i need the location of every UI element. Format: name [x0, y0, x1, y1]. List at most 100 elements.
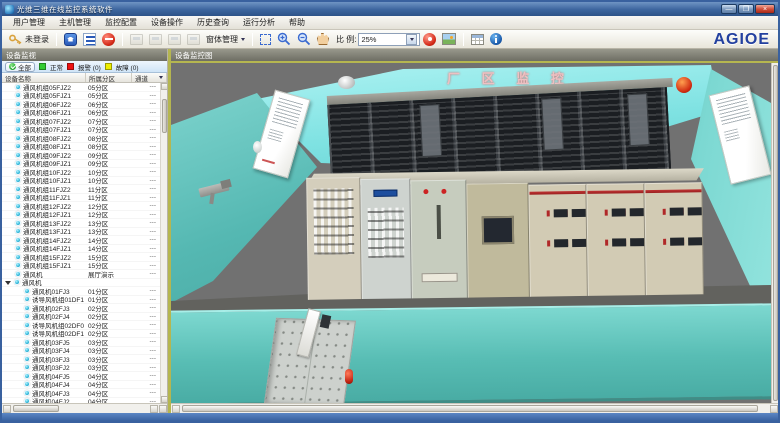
- menu-help[interactable]: 帮助: [282, 16, 312, 29]
- switch-cabinet[interactable]: [410, 180, 468, 299]
- device-status-icon: [15, 101, 21, 107]
- device-name: 通风机04FJ2: [32, 396, 70, 403]
- device-channel-value: ---: [130, 168, 156, 175]
- cctv-camera[interactable]: [197, 177, 237, 211]
- info-button[interactable]: [487, 32, 505, 46]
- device-status-icon: [24, 356, 30, 362]
- separator: [252, 33, 253, 46]
- device-status-icon: [15, 220, 21, 226]
- window-bottom-frame: [2, 413, 778, 421]
- control-cabinet-row[interactable]: [306, 166, 712, 300]
- filter-alarm-label[interactable]: 报警 (0): [78, 62, 101, 72]
- marquee-select-icon: [260, 34, 271, 45]
- separator: [122, 33, 123, 46]
- scrollbar-thumb[interactable]: [773, 65, 778, 401]
- scroll-up-arrow[interactable]: [161, 83, 167, 90]
- device-channel-value: ---: [130, 177, 156, 184]
- breaker-cabinet-2[interactable]: [586, 183, 646, 296]
- device-name-cell: 通风机04FJ2: [2, 396, 70, 403]
- filter-fault-label[interactable]: 故障 (0): [116, 62, 139, 72]
- separator: [56, 33, 57, 46]
- snapshot-icon: [423, 33, 436, 46]
- home-icon: [64, 33, 77, 46]
- scrollbar-thumb[interactable]: [162, 99, 167, 133]
- login-button[interactable]: 未登录: [6, 33, 52, 46]
- filter-normal-label[interactable]: 正常: [50, 62, 63, 72]
- scale-combobox[interactable]: 25%: [358, 33, 420, 46]
- filter-all-button[interactable]: 全部: [5, 62, 35, 72]
- combo-arrow[interactable]: [406, 34, 417, 45]
- device-channel-value: ---: [130, 381, 156, 388]
- menu-host-management[interactable]: 主机管理: [52, 16, 98, 29]
- column-device-name[interactable]: 设备名称: [2, 73, 86, 82]
- snapshot-button[interactable]: [420, 32, 439, 47]
- scroll-right-arrow[interactable]: [770, 405, 778, 413]
- chevron-down-icon: [410, 38, 414, 43]
- device-status-icon: [15, 126, 21, 132]
- stop-button[interactable]: [99, 32, 118, 47]
- device-status-icon: [15, 186, 21, 192]
- device-channel-value: ---: [130, 185, 156, 192]
- maximize-button[interactable]: ❐: [738, 4, 754, 14]
- window-tile-button[interactable]: [146, 33, 165, 46]
- scroll-right-arrow[interactable]: [159, 405, 167, 413]
- zoom-out-icon: [297, 32, 311, 46]
- close-button[interactable]: ×: [755, 4, 775, 14]
- device-status-icon: [24, 347, 30, 353]
- menu-run-analysis[interactable]: 运行分析: [236, 16, 282, 29]
- viewport-vertical-scrollbar[interactable]: [771, 63, 778, 403]
- grid-view-button[interactable]: [468, 33, 487, 46]
- status-filter-bar: 全部 正常 报警 (0) 故障 (0): [2, 61, 167, 73]
- screen-cabinet[interactable]: [466, 183, 530, 298]
- zoom-in-icon: [277, 32, 291, 46]
- image-button[interactable]: [439, 32, 459, 46]
- tree-vertical-scrollbar[interactable]: [160, 83, 167, 403]
- scroll-down-arrow[interactable]: [161, 396, 167, 403]
- device-channel-value: ---: [130, 364, 156, 371]
- device-channel-value: ---: [130, 92, 156, 99]
- viewport-horizontal-scrollbar[interactable]: [171, 403, 778, 413]
- scroll-left-arrow[interactable]: [172, 405, 180, 413]
- left-panel-title: 设备监视: [2, 49, 167, 61]
- tree-horizontal-scrollbar[interactable]: [2, 403, 167, 413]
- column-channel[interactable]: 通道: [132, 73, 167, 82]
- menu-device-operation[interactable]: 设备操作: [144, 16, 190, 29]
- zoom-out-button[interactable]: [294, 31, 314, 47]
- login-label: 未登录: [25, 34, 49, 45]
- scrollbar-thumb[interactable]: [182, 405, 758, 412]
- marquee-select-button[interactable]: [257, 33, 274, 46]
- pan-button[interactable]: [314, 32, 332, 46]
- nav-list-icon: [83, 33, 96, 46]
- sign-text-lines: [267, 129, 283, 142]
- 3d-scene: 厂 区 监 控: [171, 63, 771, 403]
- sign-text-lines: [724, 128, 740, 141]
- window-restore-button[interactable]: [184, 33, 203, 46]
- device-channel-value: ---: [130, 372, 156, 379]
- menu-monitor-config[interactable]: 监控配置: [98, 16, 144, 29]
- stop-icon: [102, 33, 115, 46]
- window-split-button[interactable]: [165, 33, 184, 46]
- device-channel-value: ---: [130, 228, 156, 235]
- indicator-cabinet[interactable]: [306, 177, 362, 300]
- device-channel-value: ---: [130, 143, 156, 150]
- name-plate: [422, 273, 458, 283]
- minimize-button[interactable]: —: [721, 4, 737, 14]
- menu-user-management[interactable]: 用户管理: [6, 16, 52, 29]
- menu-history-query[interactable]: 历史查询: [190, 16, 236, 29]
- window-manage-button[interactable]: 窗体管理: [203, 33, 248, 46]
- home-button[interactable]: [61, 32, 80, 47]
- breaker-cabinet-1[interactable]: [528, 184, 588, 297]
- zoom-in-button[interactable]: [274, 31, 294, 47]
- window-cascade-button[interactable]: [127, 33, 146, 46]
- nav-list-button[interactable]: [80, 32, 99, 47]
- scroll-left-arrow[interactable]: [3, 405, 11, 413]
- display-cabinet[interactable]: [360, 178, 412, 299]
- scrollbar-thumb[interactable]: [13, 405, 59, 412]
- handle-slot: [437, 205, 441, 239]
- indicator-grid: [313, 188, 354, 255]
- breaker-cabinet-3[interactable]: [644, 182, 704, 295]
- 3d-viewport[interactable]: 厂 区 监 控: [171, 63, 778, 403]
- scroll-left-arrow2[interactable]: [150, 405, 158, 413]
- digital-display: [373, 190, 397, 197]
- column-zone[interactable]: 所属分区: [86, 73, 132, 82]
